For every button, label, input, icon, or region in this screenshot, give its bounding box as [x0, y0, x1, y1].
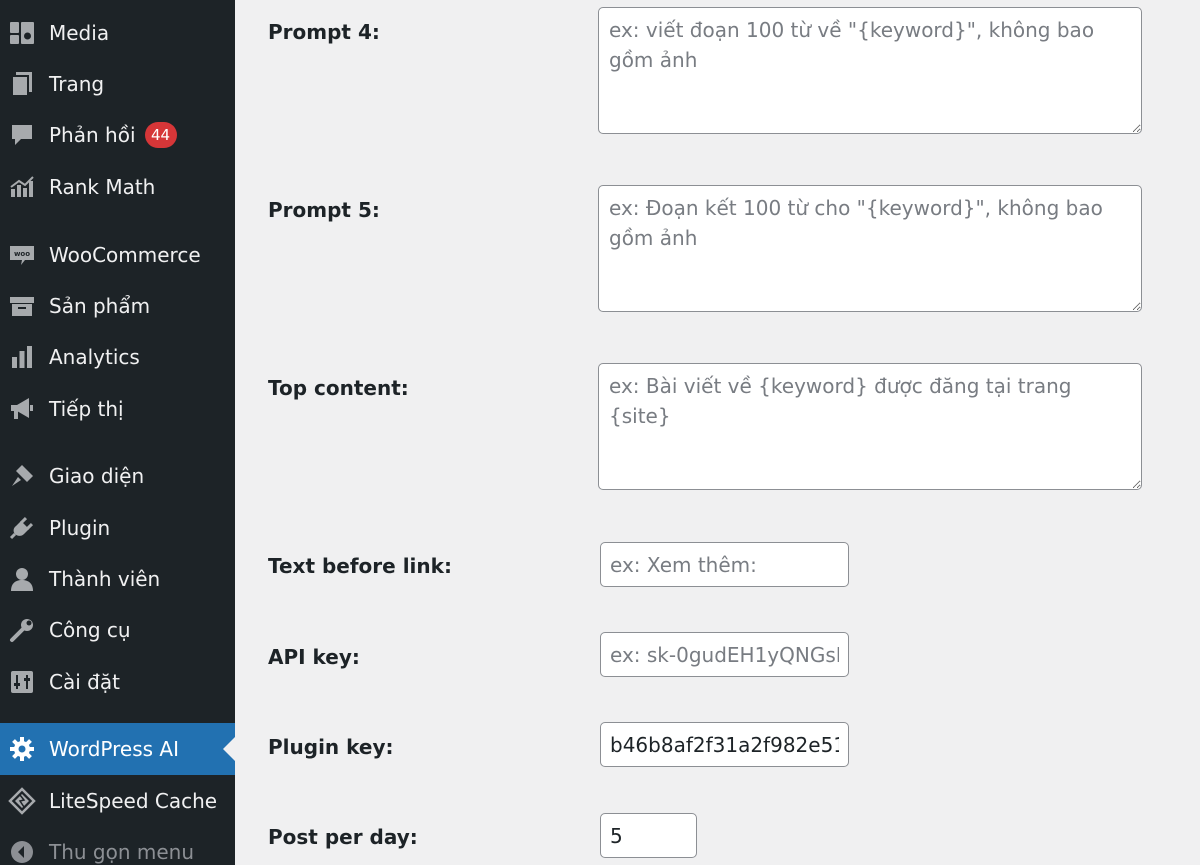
post-per-day-input[interactable] — [600, 813, 697, 858]
products-icon — [7, 291, 37, 321]
sidebar-item-label: WooCommerce — [49, 243, 201, 267]
sidebar-item-media[interactable]: Media — [0, 10, 235, 56]
sidebar-item-label: Trang — [49, 72, 105, 96]
sidebar-item-tools[interactable]: Công cụ — [0, 607, 235, 653]
sidebar-item-label: Giao diện — [49, 464, 145, 488]
sidebar-item-label: Cài đặt — [49, 670, 120, 694]
sidebar-item-appearance[interactable]: Giao diện — [0, 453, 235, 499]
sidebar-item-label: Rank Math — [49, 175, 156, 199]
woocommerce-icon: woo — [7, 240, 37, 270]
sidebar-item-comments[interactable]: Phản hồi 44 — [0, 112, 235, 158]
sidebar-item-label: Tiếp thị — [49, 397, 124, 421]
collapse-icon — [7, 837, 37, 865]
sidebar-item-label: Phản hồi — [49, 123, 136, 147]
sidebar-item-marketing[interactable]: Tiếp thị — [0, 386, 235, 432]
settings-form: Prompt 4: Prompt 5: Top content: Text be… — [235, 0, 1200, 865]
sidebar-item-settings[interactable]: Cài đặt — [0, 659, 235, 705]
plugin-key-input[interactable] — [600, 722, 849, 767]
sidebar-item-label: Công cụ — [49, 618, 131, 642]
prompt-4-label: Prompt 4: — [268, 20, 380, 44]
sidebar-item-label: Plugin — [49, 516, 111, 540]
api-key-input[interactable] — [600, 632, 849, 677]
api-key-label: API key: — [268, 645, 360, 669]
sidebar-item-label: Thu gọn menu — [49, 840, 195, 864]
analytics-icon — [7, 342, 37, 372]
comments-icon — [7, 120, 37, 150]
prompt-5-label: Prompt 5: — [268, 198, 380, 222]
rank-math-icon — [7, 172, 37, 202]
prompt-5-textarea[interactable] — [598, 185, 1142, 312]
text-before-link-label: Text before link: — [268, 554, 452, 578]
sidebar-item-wordpress-ai[interactable]: WordPress AI — [0, 723, 235, 775]
sidebar-item-analytics[interactable]: Analytics — [0, 334, 235, 380]
litespeed-icon — [7, 786, 37, 816]
sidebar-collapse-menu[interactable]: Thu gọn menu — [0, 829, 235, 865]
pages-icon — [7, 69, 37, 99]
sidebar-item-plugins[interactable]: Plugin — [0, 505, 235, 551]
svg-text:woo: woo — [14, 250, 30, 258]
plugin-icon — [7, 513, 37, 543]
text-before-link-input[interactable] — [600, 542, 849, 587]
sidebar-item-label: Analytics — [49, 345, 140, 369]
admin-sidebar: Media Trang Phản hồi 44 Rank Math woo Wo… — [0, 0, 235, 865]
media-icon — [7, 18, 37, 48]
sidebar-item-litespeed-cache[interactable]: LiteSpeed Cache — [0, 778, 235, 824]
top-content-textarea[interactable] — [598, 363, 1142, 490]
users-icon — [7, 564, 37, 594]
settings-sliders-icon — [7, 667, 37, 697]
app-window: Media Trang Phản hồi 44 Rank Math woo Wo… — [0, 0, 1200, 865]
gear-icon — [7, 734, 37, 764]
sidebar-item-users[interactable]: Thành viên — [0, 556, 235, 602]
sidebar-item-pages[interactable]: Trang — [0, 61, 235, 107]
sidebar-item-label: Media — [49, 21, 110, 45]
sidebar-item-label: Sản phẩm — [49, 294, 151, 318]
top-content-label: Top content: — [268, 376, 409, 400]
sidebar-item-label: WordPress AI — [49, 737, 179, 761]
sidebar-item-label: LiteSpeed Cache — [49, 789, 218, 813]
plugin-key-label: Plugin key: — [268, 735, 394, 759]
appearance-brush-icon — [7, 461, 37, 491]
marketing-megaphone-icon — [7, 394, 37, 424]
post-per-day-label: Post per day: — [268, 825, 418, 849]
sidebar-item-label: Thành viên — [49, 567, 161, 591]
prompt-4-textarea[interactable] — [598, 7, 1142, 134]
tools-wrench-icon — [7, 615, 37, 645]
sidebar-item-woocommerce[interactable]: woo WooCommerce — [0, 232, 235, 278]
sidebar-item-products[interactable]: Sản phẩm — [0, 283, 235, 329]
comment-count-badge: 44 — [144, 122, 177, 148]
sidebar-item-rank-math[interactable]: Rank Math — [0, 164, 235, 210]
